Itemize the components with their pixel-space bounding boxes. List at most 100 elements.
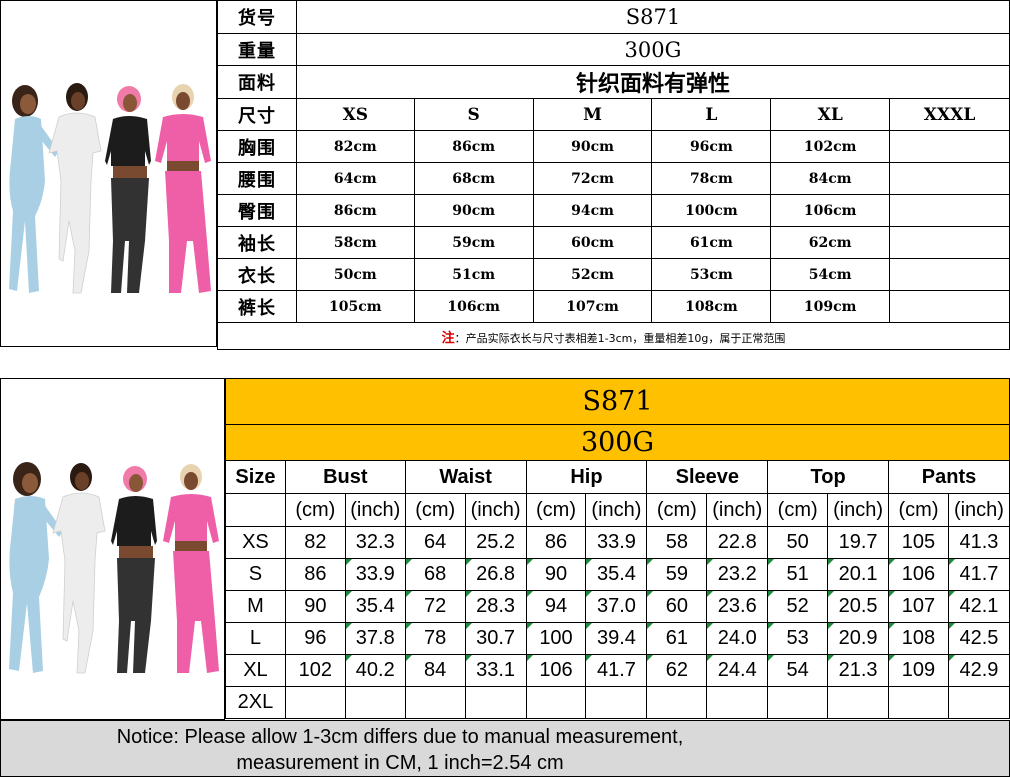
cn-measurement-cell — [889, 226, 1010, 259]
en-measurement-cell: 68 — [404, 558, 466, 591]
en-measurement-cell: 58 — [646, 526, 708, 559]
en-size-cell: XL — [225, 654, 286, 687]
en-measurement-cell: 41.3 — [947, 526, 1010, 559]
en-measurement-cell: 41.7 — [585, 654, 648, 687]
cn-measurement-row: 袖长 58cm 59cm 60cm 61cm 62cm — [217, 226, 1010, 259]
en-measurement-cell: 37.0 — [585, 590, 648, 623]
en-measurement-cell: 28.3 — [464, 590, 527, 623]
en-measurement-cell: 90 — [284, 590, 346, 623]
en-measurement-cell: 20.9 — [827, 622, 890, 655]
model-blue-outfit — [9, 85, 59, 293]
cn-note: 注：产品实际衣长与尺寸表相差1-3cm，重量相差10g，属于正常范围 — [217, 322, 1010, 350]
en-units-blank — [225, 493, 286, 527]
en-measurement-row: XS 82 32.3 64 25.2 86 33.9 58 22.8 50 19.7 105 41.3 — [225, 526, 1010, 559]
en-measurement-cell: 26.8 — [464, 558, 527, 591]
en-size-cell: 2XL — [225, 686, 286, 719]
en-measurement-rows: XS 82 32.3 64 25.2 86 33.9 58 22.8 50 19.7 105 41.3 S… — [225, 526, 1010, 719]
model-white-outfit — [48, 83, 102, 294]
cn-row-label: 腰围 — [217, 162, 297, 195]
cn-measurement-cell — [889, 258, 1010, 291]
en-measurement-cell: 42.9 — [947, 654, 1010, 687]
en-measurement-cell — [525, 686, 587, 719]
cn-measurement-row: 腰围 64cm 68cm 72cm 78cm 84cm — [217, 162, 1010, 195]
en-measurement-cell: 21.3 — [827, 654, 890, 687]
en-measurement-cell: 78 — [404, 622, 466, 655]
en-measurement-cell: 22.8 — [706, 526, 769, 559]
cn-measurement-cell: 109cm — [770, 290, 891, 323]
cn-size-header: XS — [295, 98, 415, 131]
notice-banner: Notice: Please allow 1-3cm differs due t… — [0, 720, 1010, 777]
cn-measurement-cell: 52cm — [532, 258, 653, 291]
cn-measurement-cell: 106cm — [413, 290, 534, 323]
notice-line-1: Notice: Please allow 1-3cm differs due t… — [116, 726, 684, 748]
en-measurement-cell: 42.5 — [947, 622, 1010, 655]
cn-row-fabric: 面料 针织面料有弹性 — [217, 65, 1010, 99]
cn-measurement-cell: 59cm — [413, 226, 534, 259]
en-measurement-row: S 86 33.9 68 26.8 90 35.4 59 23.2 51 20.1 106 41.7 — [225, 558, 1010, 591]
en-measurement-cell — [464, 686, 527, 719]
en-measurement-cell: 20.5 — [827, 590, 890, 623]
en-measurement-cell: 50 — [767, 526, 829, 559]
en-measurement-cell: 100 — [525, 622, 587, 655]
cn-size-header: XL — [770, 98, 891, 131]
en-measurement-cell: 62 — [646, 654, 708, 687]
en-measurement-cell: 107 — [888, 590, 949, 623]
cn-measurement-cell: 86cm — [413, 130, 534, 163]
cn-measurement-cell: 84cm — [770, 162, 891, 195]
cn-measurement-cell: 58cm — [295, 226, 415, 259]
en-measurement-row: XL 102 40.2 84 33.1 106 41.7 62 24.4 54 21.3 109 42.… — [225, 654, 1010, 687]
cn-row-label: 袖长 — [217, 226, 297, 259]
cn-row-label: 裤长 — [217, 290, 297, 323]
en-unit-cm: (cm) — [767, 493, 829, 527]
en-measurement-cell — [947, 686, 1010, 719]
cn-note-text: ：产品实际衣长与尺寸表相差1-3cm，重量相差10g，属于正常范围 — [454, 331, 786, 345]
en-measurement-cell: 108 — [888, 622, 949, 655]
en-header-hip: Hip — [525, 460, 648, 494]
cn-measurement-cell: 68cm — [413, 162, 534, 195]
en-unit-inch: (inch) — [827, 493, 890, 527]
en-header-pants: Pants — [888, 460, 1010, 494]
en-measurement-cell: 25.2 — [464, 526, 527, 559]
en-weight-value: 300G — [225, 424, 1010, 461]
cn-measurement-cell — [889, 194, 1010, 227]
en-measurement-cell: 42.1 — [947, 590, 1010, 623]
en-measurement-cell: 33.9 — [344, 558, 406, 591]
cn-measurement-cell: 60cm — [532, 226, 653, 259]
en-measurement-cell: 102 — [284, 654, 346, 687]
cn-measurement-cell: 94cm — [532, 194, 653, 227]
en-measurement-cell — [706, 686, 769, 719]
en-measurement-cell: 60 — [646, 590, 708, 623]
en-measurement-cell: 23.2 — [706, 558, 769, 591]
product-photo-cell-bottom — [0, 378, 225, 720]
en-measurement-cell: 52 — [767, 590, 829, 623]
model-black-outfit — [105, 86, 151, 293]
cn-measurement-cell: 72cm — [532, 162, 653, 195]
en-header-sleeve: Sleeve — [646, 460, 769, 494]
model-black-outfit — [111, 466, 157, 673]
cn-measurement-cell: 53cm — [651, 258, 772, 291]
cn-note-mark: 注 — [441, 330, 455, 346]
cn-measurement-cell: 100cm — [651, 194, 772, 227]
cn-row-sizes: 尺寸 XS S M L XL XXXL — [217, 98, 1010, 131]
en-measurement-cell: 82 — [284, 526, 346, 559]
en-measurement-cell: 35.4 — [344, 590, 406, 623]
en-measurement-cell: 41.7 — [947, 558, 1010, 591]
cn-size-header: M — [532, 98, 653, 131]
en-measurement-cell: 106 — [888, 558, 949, 591]
cn-size-header: XXXL — [889, 98, 1010, 131]
cn-label-fabric: 面料 — [217, 65, 297, 99]
cn-measurement-row: 胸围 82cm 86cm 90cm 96cm 102cm — [217, 130, 1010, 163]
en-measurement-cell: 37.8 — [344, 622, 406, 655]
en-measurement-cell: 109 — [888, 654, 949, 687]
en-measurement-cell — [585, 686, 648, 719]
en-measurement-cell: 51 — [767, 558, 829, 591]
en-measurement-cell: 61 — [646, 622, 708, 655]
cn-size-header: L — [651, 98, 772, 131]
cn-item-no-value: S871 — [295, 0, 1010, 34]
cn-measurement-cell: 86cm — [295, 194, 415, 227]
cn-measurement-cell: 62cm — [770, 226, 891, 259]
cn-measurement-cell: 51cm — [413, 258, 534, 291]
en-measurement-cell — [827, 686, 890, 719]
en-header-top: Top — [767, 460, 890, 494]
cn-measurement-cell: 82cm — [295, 130, 415, 163]
